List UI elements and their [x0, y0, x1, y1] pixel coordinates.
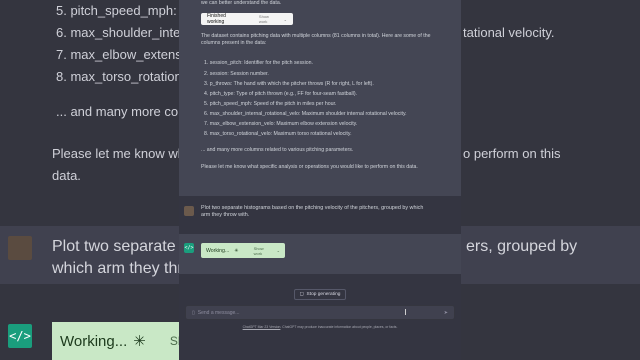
working-label: Working...	[206, 247, 230, 254]
user-message: Plot two separate histograms based on th…	[179, 196, 461, 234]
finished-label: Finished working	[207, 13, 226, 25]
column-item: 5. pitch_speed_mph: Speed of the pitch i…	[204, 101, 337, 107]
chevron-down-icon: ⌄	[283, 16, 287, 22]
column-item: 2. session: Session number.	[204, 71, 269, 77]
bg-please: Please let me know wh	[52, 146, 185, 161]
finished-working-pill[interactable]: Finished working Show work ⌄	[201, 13, 293, 25]
bg-please-right: o perform on this	[463, 146, 561, 161]
bg-plot-right: ers, grouped by	[466, 238, 578, 255]
bg-right-line: tational velocity.	[463, 25, 555, 40]
assistant-message: we can better understand the data. Finis…	[179, 0, 461, 196]
stop-generating-button[interactable]: ◻ Stop generating	[294, 289, 346, 300]
input-placeholder: Send a message...	[197, 309, 240, 316]
spinner-icon: ✳	[234, 247, 239, 254]
stop-icon: ◻	[299, 292, 304, 297]
version-link[interactable]: ChatGPT Mar 23 Version	[243, 325, 281, 329]
bg-more: ... and many more colu	[56, 104, 189, 119]
code-interpreter-icon: </>	[184, 243, 194, 253]
stop-label: Stop generating	[306, 292, 341, 297]
attach-icon[interactable]: ▯	[192, 310, 195, 316]
bg-spinner-icon: ✳	[133, 333, 146, 350]
bg-working-pill: Working... ✳ Sho	[52, 322, 191, 360]
column-item: 3. p_throws: The hand with which the pit…	[204, 81, 374, 87]
column-item: 7. max_elbow_extension_velo: Maximum elb…	[204, 121, 358, 127]
bg-user-avatar	[8, 236, 32, 260]
text-cursor-icon	[405, 309, 408, 315]
disclaimer-text: . ChatGPT may produce inaccurate informa…	[280, 325, 398, 329]
column-item: 8. max_torso_rotational_velo: Maximum to…	[204, 131, 352, 137]
user-avatar	[184, 206, 194, 216]
bg-col-line: 5. pitch_speed_mph: S	[56, 3, 189, 18]
bg-col-line: 7. max_elbow_extensio	[56, 47, 192, 62]
show-work-link[interactable]: Show work	[254, 246, 270, 256]
chat-panel: we can better understand the data. Finis…	[179, 0, 461, 360]
bg-working-label: Working...	[60, 332, 128, 350]
bg-col-line: 6. max_shoulder_inter	[56, 25, 185, 40]
footer-disclaimer: ChatGPT Mar 23 Version. ChatGPT may prod…	[179, 325, 461, 329]
bg-bot-avatar-icon: </>	[8, 324, 32, 348]
column-item: 4. pitch_type: Type of pitch thrown (e.g…	[204, 91, 358, 97]
column-item: 6. max_shoulder_internal_rotational_velo…	[204, 111, 407, 117]
please-note: Please let me know what specific analysi…	[201, 164, 418, 170]
more-columns-note: ... and many more columns related to var…	[201, 147, 354, 153]
chevron-down-icon: ⌄	[276, 248, 280, 253]
show-work-link[interactable]: Show work	[259, 14, 278, 24]
column-item: 1. session_pitch: Identifier for the pit…	[204, 60, 313, 66]
bg-col-line: 8. max_torso_rotation	[56, 69, 182, 84]
bg-please-2: data.	[52, 168, 81, 183]
user-message-text: Plot two separate histograms based on th…	[201, 205, 424, 218]
message-input[interactable]: ▯ Send a message... ➤	[185, 305, 455, 320]
dataset-description: The dataset contains pitching data with …	[201, 33, 431, 46]
send-icon[interactable]: ➤	[444, 310, 448, 316]
bg-right-region	[460, 0, 640, 360]
working-pill[interactable]: Working... ✳ Show work ⌄	[201, 243, 285, 258]
intro-tail: we can better understand the data.	[201, 0, 282, 6]
